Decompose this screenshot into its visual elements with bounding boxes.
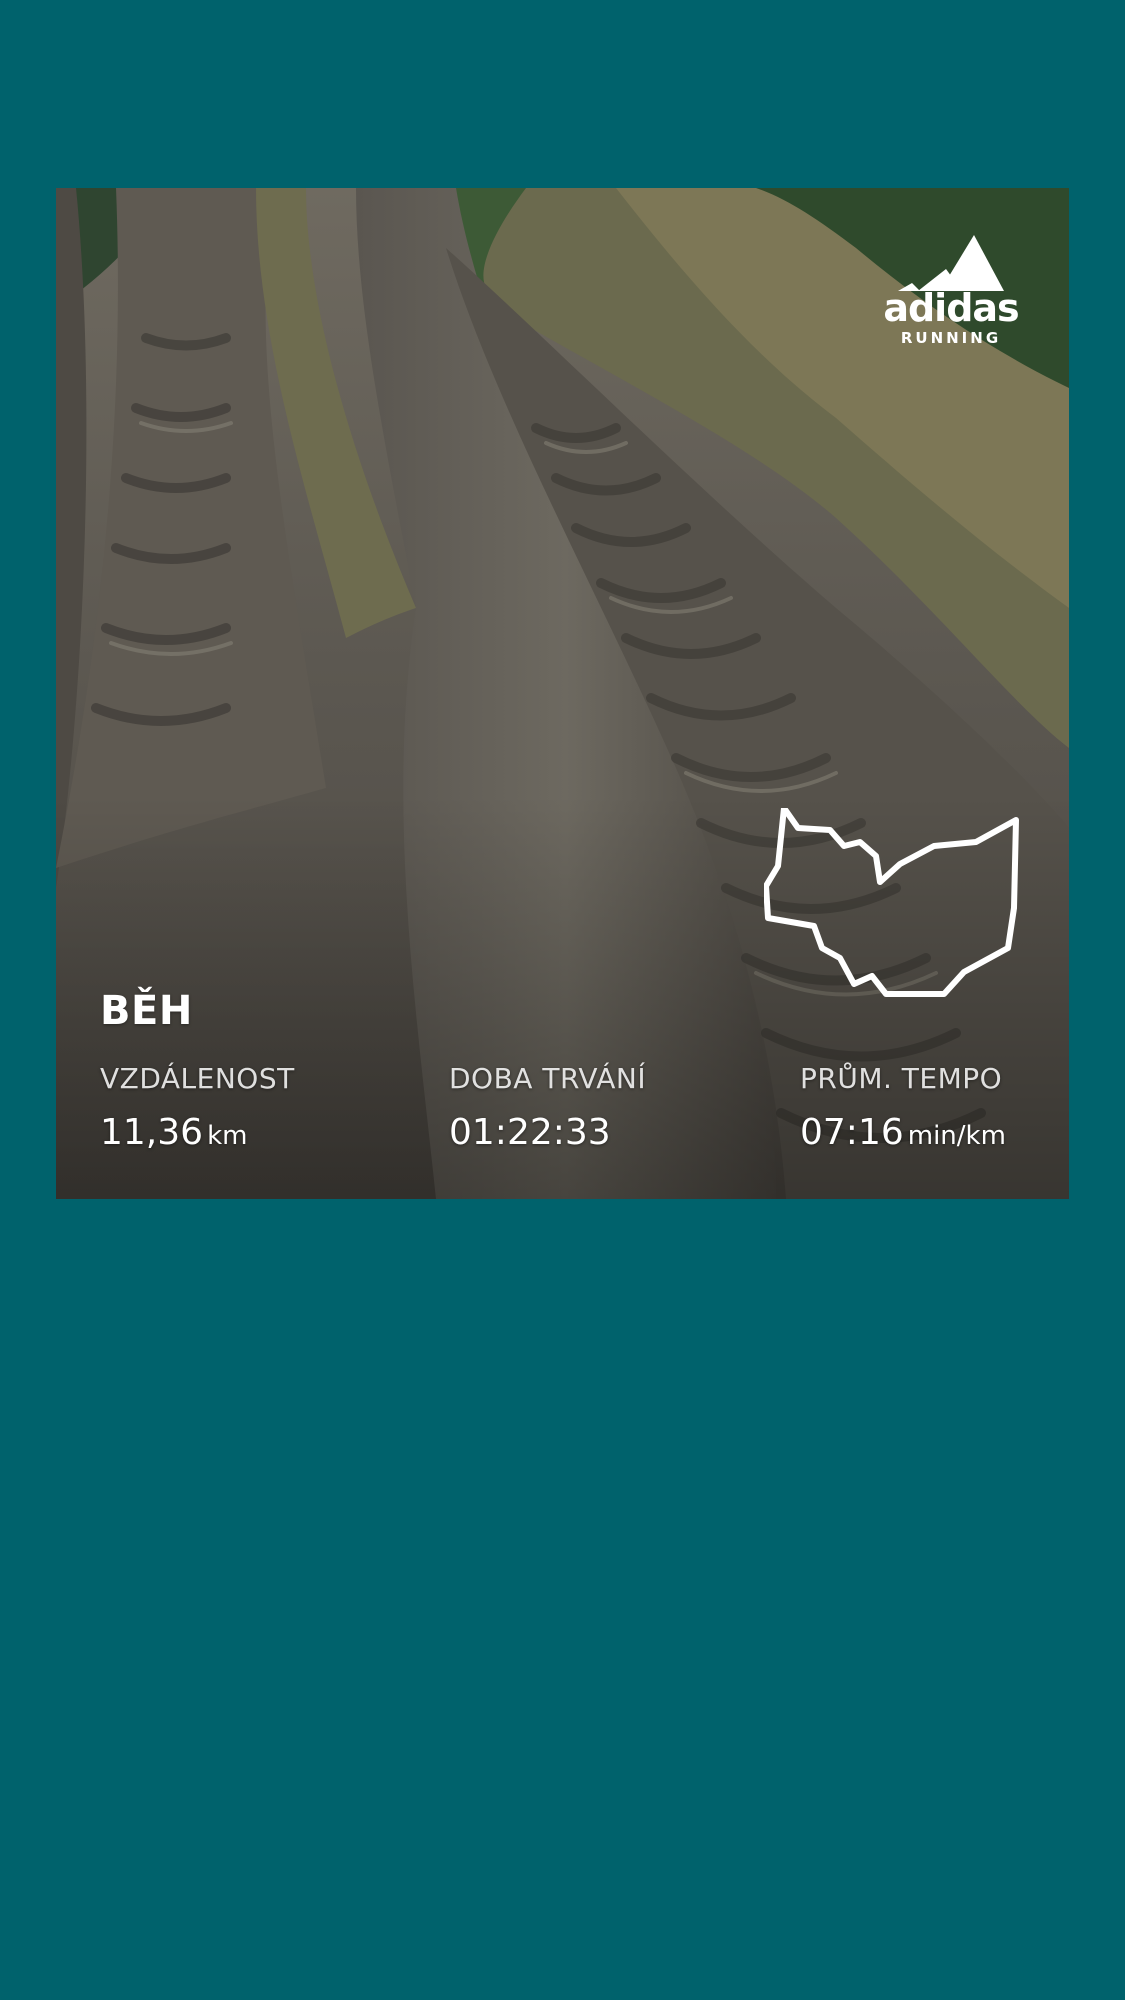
stat-distance-label: VZDÁLENOST	[100, 1062, 295, 1095]
stat-duration: DOBA TRVÁNÍ 01:22:33	[449, 1063, 646, 1159]
stat-pace-label: PRŮM. TEMPO	[800, 1062, 1003, 1095]
stat-duration-value: 01:22:33	[449, 1112, 611, 1153]
stat-pace: PRŮM. TEMPO 07:16 min/km	[800, 1063, 1006, 1159]
activity-share-card: adidas RUNNING BĚH VZDÁLENOST 11,36 km DO…	[56, 188, 1069, 1199]
stat-pace-value-row: 07:16 min/km	[800, 1113, 1006, 1159]
stat-distance-value: 11,36	[100, 1112, 204, 1153]
stat-distance: VZDÁLENOST 11,36 km	[100, 1063, 295, 1159]
activity-title: BĚH	[100, 988, 193, 1034]
stat-pace-value: 07:16	[800, 1112, 904, 1153]
stat-duration-value-row: 01:22:33	[449, 1113, 646, 1159]
logo-brand: adidas	[883, 286, 1019, 330]
route-map-icon	[764, 808, 1019, 997]
adidas-running-logo: adidas RUNNING	[876, 229, 1026, 347]
stat-pace-unit: min/km	[907, 1121, 1006, 1151]
share-screen: adidas RUNNING BĚH VZDÁLENOST 11,36 km DO…	[0, 0, 1125, 2000]
logo-subtitle: RUNNING	[900, 329, 1002, 347]
adidas-stripes-icon	[898, 235, 1004, 291]
stat-duration-label: DOBA TRVÁNÍ	[449, 1062, 647, 1095]
stat-distance-unit: km	[207, 1121, 248, 1151]
stat-distance-value-row: 11,36 km	[100, 1113, 295, 1159]
